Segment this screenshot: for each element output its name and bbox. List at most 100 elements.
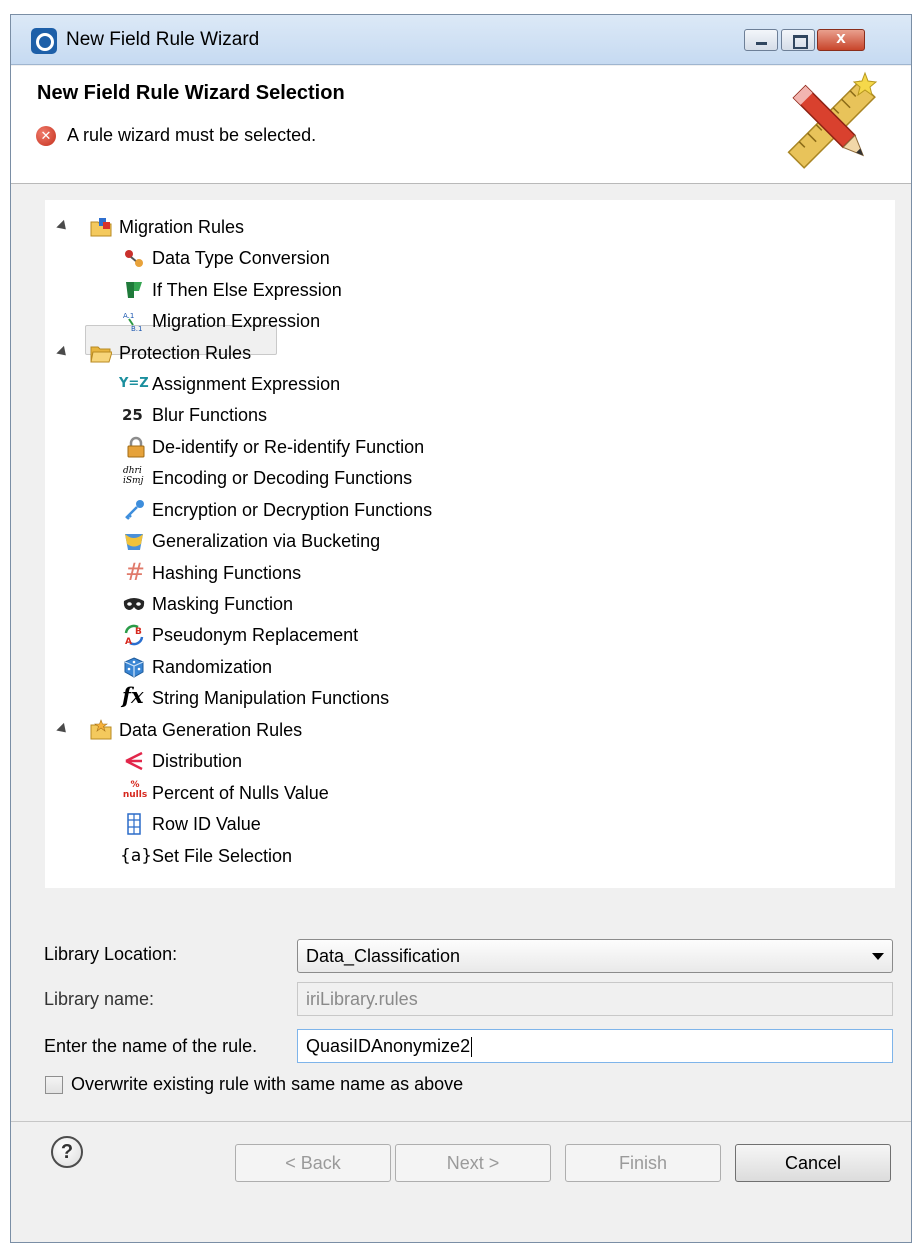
tree-item-data-type-conversion[interactable]: Data Type Conversion [45,244,895,272]
tree-item-randomization[interactable]: Randomization [45,653,895,681]
tree-item-label: Pseudonym Replacement [152,625,359,645]
nulls-icon: % nulls [122,780,148,800]
svg-text:B.1: B.1 [131,325,142,332]
tree-item-label: Generalization via Bucketing [152,531,381,551]
tree-item-percent-nulls[interactable]: % nulls Percent of Nulls Value [45,779,895,807]
tree-group-label: Protection Rules [119,343,252,363]
rule-name-label: Enter the name of the rule. [44,1036,258,1056]
tree-item-masking[interactable]: Masking Function [45,590,895,618]
distribution-icon [125,751,143,771]
tree-item-de-identify[interactable]: De-identify or Re-identify Function [45,433,895,461]
overwrite-checkbox[interactable] [45,1076,63,1094]
set-icon: {a} [120,846,153,866]
folder-star-icon [90,719,112,740]
tree-item-label: Data Type Conversion [152,248,330,268]
function-icon: fx [122,683,144,708]
tree-item-label: Randomization [152,657,273,677]
next-button[interactable]: Next > [395,1144,551,1182]
footer-divider [11,1121,911,1122]
help-icon[interactable]: ? [51,1136,83,1168]
title-bar[interactable]: New Field Rule Wizard x [11,15,911,65]
error-icon: ✕ [36,126,56,146]
svg-text:A: A [125,637,132,646]
svg-text:A.1: A.1 [123,312,134,320]
finish-button[interactable]: Finish [565,1144,721,1182]
tree-item-set-file-selection[interactable]: {a} Set File Selection [45,842,895,870]
blur-icon: 25 [122,406,143,424]
text-caret [471,1037,473,1058]
tree-group-migration-rules[interactable]: Migration Rules [45,213,895,241]
overwrite-label[interactable]: Overwrite existing rule with same name a… [71,1074,463,1095]
page-title: New Field Rule Wizard Selection [37,82,345,104]
expand-arrow-icon[interactable] [56,345,70,360]
folder-open-icon [90,346,112,363]
error-message: A rule wizard must be selected. [67,125,317,145]
key-icon [125,500,144,520]
lock-icon [127,436,145,458]
rule-wizard-tree[interactable]: Migration Rules Data Type Conversion If … [45,200,895,888]
mask-icon [123,598,145,610]
tree-item-assignment-expression[interactable]: Y=Z Assignment Expression [45,370,895,398]
svg-text:B: B [135,627,142,637]
expand-arrow-icon[interactable] [56,219,70,234]
tree-item-label: Assignment Expression [152,374,341,394]
library-name-field: iriLibrary.rules [297,982,893,1016]
tree-item-encryption[interactable]: Encryption or Decryption Functions [45,496,895,524]
tree-item-label: Percent of Nulls Value [152,783,329,803]
tree-item-label: Blur Functions [152,405,268,425]
tree-item-label: Encoding or Decoding Functions [152,468,413,488]
app-icon [31,28,57,54]
tree-item-label: Masking Function [152,594,294,614]
tree-item-encoding[interactable]: dhri iSmj Encoding or Decoding Functions [45,464,895,492]
tree-item-label: Set File Selection [152,846,293,866]
bucket-icon [125,534,143,550]
library-location-value: Data_Classification [306,946,461,966]
tree-item-row-id[interactable]: Row ID Value [45,810,895,838]
tree-item-blur-functions[interactable]: 25 Blur Functions [45,401,895,429]
tree-item-label: If Then Else Expression [152,280,342,300]
tree-item-migration-expression[interactable]: A.1 B.1 Migration Expression [45,307,895,335]
tree-item-pseudonym[interactable]: B A Pseudonym Replacement [45,621,895,649]
window-title: New Field Rule Wizard [66,29,260,50]
hash-icon: # [125,558,146,586]
library-location-select[interactable]: Data_Classification [297,939,893,973]
wizard-window: New Field Rule Wizard x New Field Rule W… [10,14,912,1243]
swap-icon: B A [124,624,144,646]
folder-icon [90,218,112,237]
rule-name-value: QuasiIDAnonymize2 [306,1036,471,1056]
tree-item-label: String Manipulation Functions [152,688,390,708]
expand-arrow-icon[interactable] [56,722,70,737]
tree-item-label: Row ID Value [152,814,261,834]
close-button[interactable]: x [817,28,865,51]
chevron-down-icon[interactable] [872,953,884,960]
pencil-ruler-icon [787,71,878,169]
tree-item-label: De-identify or Re-identify Function [152,437,425,457]
tree-item-distribution[interactable]: Distribution [45,747,895,775]
branch-icon [126,282,142,298]
library-location-label: Library Location: [44,944,178,964]
close-icon: x [836,28,846,47]
cancel-button[interactable]: Cancel [735,1144,891,1182]
tree-group-protection-rules[interactable]: Protection Rules [45,339,895,367]
data-type-icon [125,250,143,267]
tree-item-label: Migration Expression [152,311,321,331]
row-id-icon [127,813,141,835]
tree-item-string-manipulation[interactable]: fx String Manipulation Functions [45,683,895,712]
wizard-header: New Field Rule Wizard Selection ✕ A rule… [11,66,911,184]
assignment-icon: Y=Z [119,376,149,391]
rule-name-input[interactable]: QuasiIDAnonymize2 [297,1029,893,1063]
tree-group-data-generation-rules[interactable]: Data Generation Rules [45,716,895,744]
tree-item-hashing[interactable]: # Hashing Functions [45,558,895,587]
tree-item-if-then-else[interactable]: If Then Else Expression [45,276,895,304]
library-name-label: Library name: [44,989,155,1009]
encoding-icon: dhri iSmj [123,466,144,486]
maximize-button[interactable] [781,29,815,51]
tree-item-label: Hashing Functions [152,563,302,583]
tree-item-generalization[interactable]: Generalization via Bucketing [45,527,895,555]
tree-group-label: Data Generation Rules [119,720,303,740]
dice-icon [124,657,144,678]
minimize-button[interactable] [744,29,778,51]
tree-item-label: Distribution [152,751,243,771]
back-button[interactable]: < Back [235,1144,391,1182]
tree-item-label: Encryption or Decryption Functions [152,500,433,520]
